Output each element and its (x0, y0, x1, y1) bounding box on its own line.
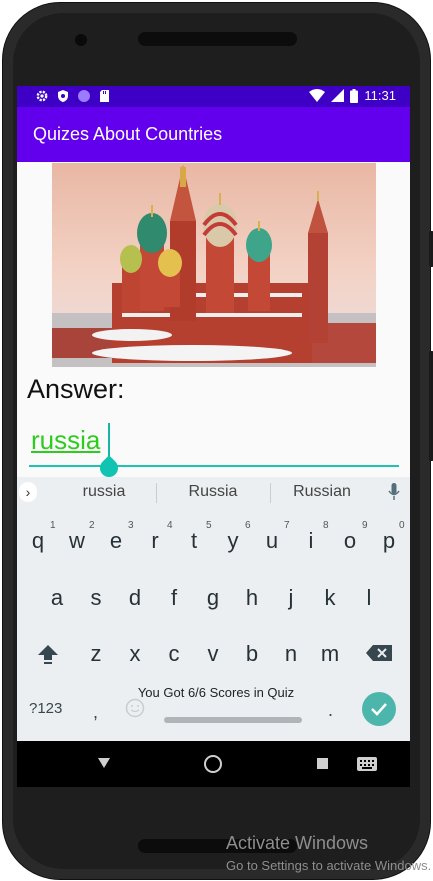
microphone-icon[interactable] (388, 482, 400, 502)
key-b[interactable]: b (237, 641, 267, 667)
key-n[interactable]: n (276, 641, 306, 667)
suggestion-1[interactable]: russia (49, 483, 159, 501)
key-f[interactable]: f (159, 585, 189, 611)
soft-keyboard: 1 2 3 4 5 6 7 8 9 0 q w e r t y u i o p … (17, 509, 410, 741)
settings-icon (36, 90, 48, 102)
key-w[interactable]: w (62, 528, 92, 554)
key-a[interactable]: a (42, 585, 72, 611)
circle-app-icon (78, 90, 90, 102)
answer-label: Answer: (27, 374, 125, 404)
activation-watermark-title: Activate Windows (226, 833, 369, 853)
input-underline (29, 465, 399, 467)
status-time: 11:31 (364, 88, 396, 103)
enter-button[interactable] (362, 692, 396, 726)
recents-icon[interactable] (317, 758, 328, 769)
shift-icon[interactable] (37, 643, 59, 665)
key-o[interactable]: o (335, 528, 365, 554)
key-comma[interactable]: , (93, 702, 98, 723)
country-landmark-image (52, 163, 376, 367)
key-m[interactable]: m (315, 641, 345, 667)
home-icon[interactable] (204, 755, 222, 773)
device-screen: 11:31 Quizes About Countries Answer: rus… (17, 86, 410, 787)
battery-icon (350, 88, 359, 103)
checkmark-icon (371, 703, 387, 716)
answer-input[interactable]: russia (29, 422, 399, 481)
key-c[interactable]: c (159, 641, 189, 667)
shield-icon (58, 90, 68, 102)
front-camera (75, 34, 87, 46)
navigation-bar (17, 741, 410, 787)
status-bar: 11:31 (17, 86, 410, 107)
key-x[interactable]: x (120, 641, 150, 667)
key-y[interactable]: y (218, 528, 248, 554)
symbols-key[interactable]: ?123 (29, 700, 62, 717)
key-k[interactable]: k (315, 585, 345, 611)
sd-card-icon (100, 90, 109, 102)
suggestion-2[interactable]: Russia (158, 483, 268, 501)
back-icon[interactable] (97, 756, 111, 770)
key-l[interactable]: l (354, 585, 384, 611)
keyboard-icon[interactable] (357, 757, 377, 771)
key-r[interactable]: r (140, 528, 170, 554)
key-p[interactable]: p (374, 528, 404, 554)
score-toast: You Got 6/6 Scores in Quiz (137, 685, 295, 700)
key-u[interactable]: u (257, 528, 287, 554)
key-h[interactable]: h (237, 585, 267, 611)
key-q[interactable]: q (23, 528, 53, 554)
key-z[interactable]: z (81, 641, 111, 667)
key-t[interactable]: t (179, 528, 209, 554)
suggestion-3[interactable]: Russian (267, 483, 377, 501)
app-bar: Quizes About Countries (17, 107, 410, 162)
power-button[interactable] (429, 351, 433, 461)
wifi-icon (309, 89, 326, 102)
key-period[interactable]: . (328, 700, 333, 721)
chevron-right-icon[interactable]: › (19, 482, 37, 502)
key-s[interactable]: s (81, 585, 111, 611)
app-title: Quizes About Countries (33, 124, 223, 144)
key-g[interactable]: g (198, 585, 228, 611)
key-j[interactable]: j (276, 585, 306, 611)
volume-button[interactable] (429, 231, 433, 267)
key-v[interactable]: v (198, 641, 228, 667)
earpiece-speaker (138, 32, 297, 46)
suggestion-divider (156, 483, 157, 503)
spacebar[interactable] (164, 717, 302, 723)
cathedral-illustration (52, 163, 376, 367)
key-i[interactable]: i (296, 528, 326, 554)
key-e[interactable]: e (101, 528, 131, 554)
answer-value: russia (31, 425, 101, 455)
key-d[interactable]: d (120, 585, 150, 611)
suggestion-strip: › russia Russia Russian (17, 477, 410, 509)
activation-watermark-subtitle: Go to Settings to activate Windows. (226, 858, 432, 873)
backspace-icon[interactable] (366, 645, 392, 661)
signal-icon (331, 89, 345, 102)
